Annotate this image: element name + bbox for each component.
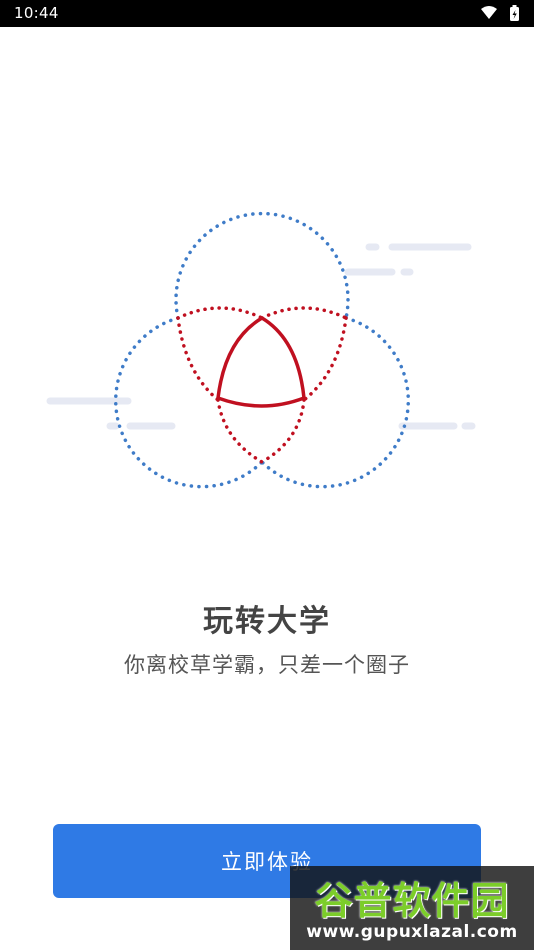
center-reuleaux-shape — [216, 316, 306, 408]
outer-dotted-circles — [114, 211, 410, 489]
watermark: 谷普软件园 www.gupuxlazal.com — [290, 866, 534, 950]
page-subtitle: 你离校草学霸，只差一个圈子 — [124, 653, 410, 677]
red-arc-right-outer — [302, 316, 348, 402]
inner-dotted-arcs — [176, 306, 348, 464]
status-bar: 10:44 — [0, 0, 534, 27]
status-icons — [480, 4, 522, 22]
watermark-brand: 谷普软件园 — [314, 879, 510, 923]
decor-lines — [46, 243, 476, 430]
watermark-url: www.gupuxlazal.com — [306, 922, 518, 942]
red-arc-bottom-right — [260, 398, 306, 464]
battery-charging-icon — [510, 5, 519, 21]
wifi-icon — [481, 6, 497, 19]
status-time: 10:44 — [14, 4, 59, 22]
red-arc-top-left — [176, 306, 264, 320]
red-arc-top-right — [260, 306, 348, 320]
top-circle-arc — [174, 211, 350, 320]
red-arc-bottom-left — [216, 398, 264, 464]
red-arc-left-outer — [176, 316, 220, 402]
venn-illustration — [46, 211, 476, 489]
page-title: 玩转大学 — [203, 604, 331, 639]
